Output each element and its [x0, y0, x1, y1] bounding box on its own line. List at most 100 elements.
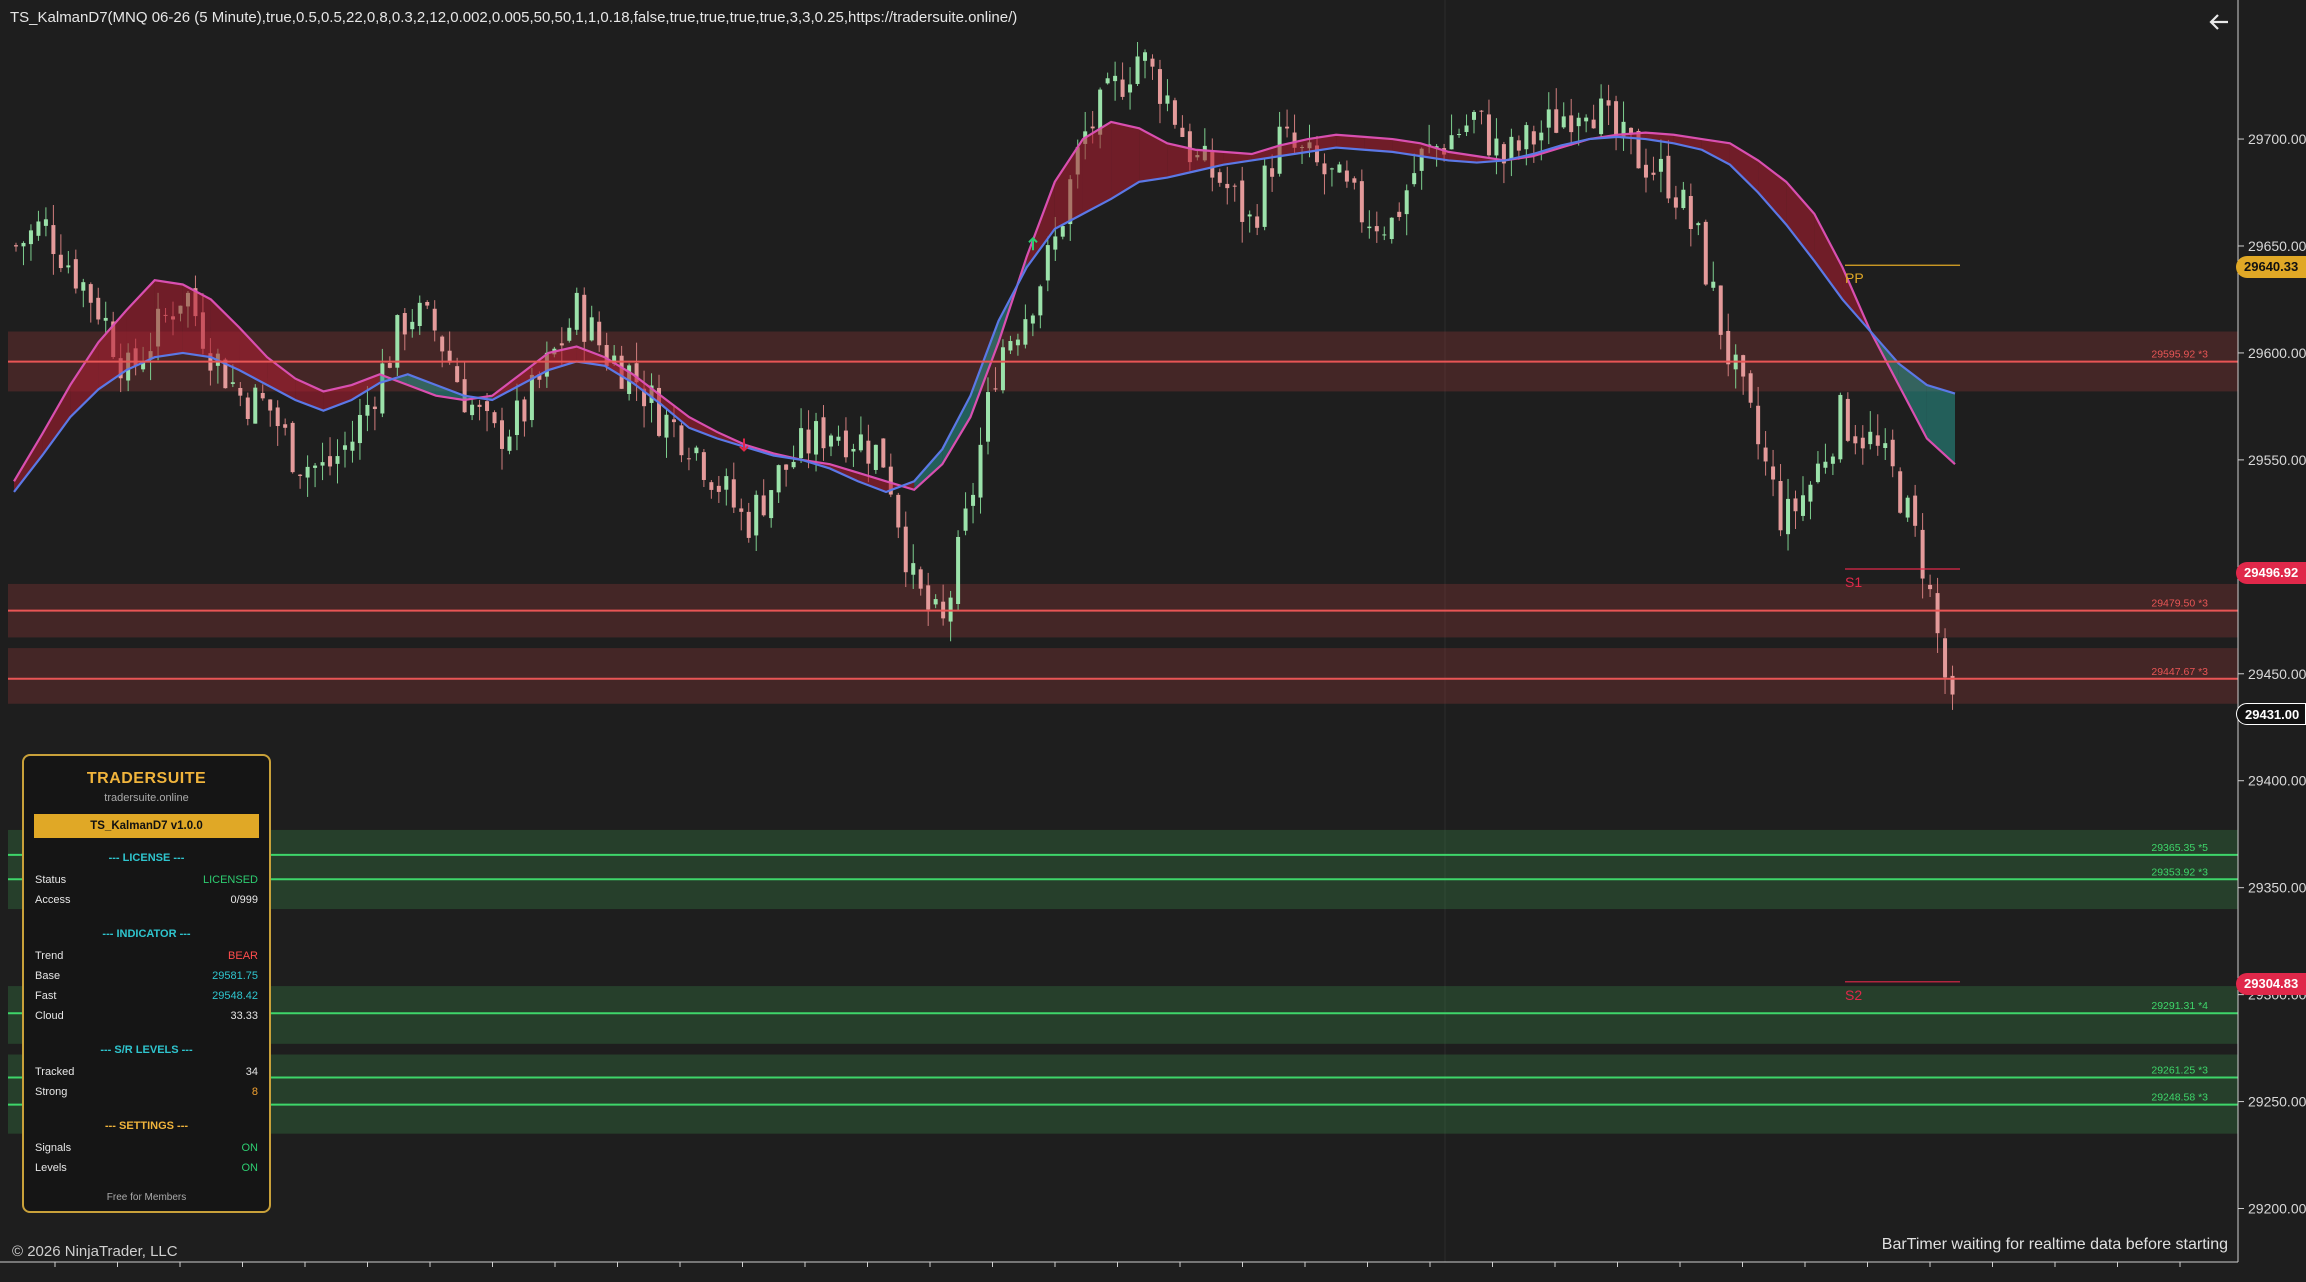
- candle-body: [978, 444, 983, 498]
- base-value: 29581.75: [212, 970, 258, 982]
- price-tick-label: 29600.00: [2248, 345, 2306, 361]
- candle-body: [1247, 214, 1252, 217]
- candle-body: [1135, 56, 1140, 84]
- candle-body: [1045, 245, 1050, 281]
- candle-body: [799, 428, 804, 459]
- candle-body: [1868, 431, 1873, 445]
- levels-row: Levels ON: [24, 1158, 269, 1178]
- candle-body: [1464, 125, 1469, 133]
- candle-body: [1584, 117, 1589, 122]
- candle-body: [956, 536, 961, 605]
- candle-body: [679, 425, 684, 456]
- candle-body: [425, 301, 430, 306]
- candle-body: [1382, 234, 1387, 236]
- support-zone: [8, 986, 2238, 1044]
- candle-body: [1748, 373, 1753, 403]
- candle-body: [671, 419, 676, 423]
- candle-body: [1726, 330, 1731, 365]
- candle-body: [103, 317, 108, 321]
- candle-body: [1681, 189, 1686, 209]
- candle-body: [1389, 217, 1394, 240]
- candle-body: [1120, 79, 1125, 97]
- candle-body: [761, 495, 766, 516]
- candle-body: [58, 254, 63, 269]
- fast-row: Fast 29548.42: [24, 986, 269, 1006]
- candle-body: [1554, 109, 1559, 133]
- trend-label: Trend: [35, 950, 64, 962]
- candle-body: [896, 494, 901, 528]
- candle-body: [828, 435, 833, 447]
- cloud-row: Cloud 33.33: [24, 1006, 269, 1026]
- candle-body: [470, 404, 475, 416]
- panel-footer: Free for Members: [106, 1192, 187, 1203]
- candle-body: [253, 387, 258, 424]
- strong-label: Strong: [35, 1086, 68, 1098]
- candle-body: [492, 412, 497, 424]
- candle-body: [731, 479, 736, 508]
- candle-body: [754, 494, 759, 536]
- support-label: 29261.25 *3: [2151, 1065, 2208, 1077]
- candle-body: [1651, 172, 1656, 175]
- candle-body: [1823, 461, 1828, 468]
- candle-body: [836, 436, 841, 441]
- candle-body: [1000, 347, 1005, 391]
- candle-body: [1165, 95, 1170, 104]
- candle-body: [1591, 119, 1596, 129]
- candle-body: [1113, 75, 1118, 82]
- candle-body: [1853, 436, 1858, 444]
- support-zone: [8, 829, 2238, 910]
- trend-row: Trend BEAR: [24, 946, 269, 966]
- candle-body: [328, 456, 333, 467]
- candle-body: [1845, 398, 1850, 441]
- sr-header: --- S/R LEVELS ---: [100, 1044, 193, 1056]
- candle-body: [1217, 172, 1222, 183]
- candle-body: [1561, 116, 1566, 128]
- candle-body: [814, 421, 819, 455]
- levels-value: ON: [241, 1162, 259, 1174]
- candle-body: [1374, 226, 1379, 232]
- candle-body: [335, 456, 340, 464]
- price-tick-label: 29450.00: [2248, 666, 2306, 682]
- candle-body: [96, 297, 101, 320]
- cloud-value: 33.33: [230, 1010, 258, 1022]
- license-header: --- LICENSE ---: [108, 852, 185, 864]
- candle-body: [290, 422, 295, 473]
- price-tag: 29496.92: [2236, 562, 2306, 585]
- candle-body: [933, 599, 938, 605]
- candle-body: [1793, 498, 1798, 512]
- candle-body: [432, 308, 437, 331]
- candle-body: [963, 508, 968, 531]
- candle-body: [1614, 101, 1619, 138]
- candle-body: [230, 382, 235, 384]
- candle-body: [709, 482, 714, 490]
- candle-body: [1232, 185, 1237, 187]
- candle-body: [66, 265, 71, 268]
- candle-body: [1763, 447, 1768, 462]
- candle-body: [926, 585, 931, 610]
- support-label: 29291.31 *4: [2151, 1000, 2208, 1012]
- price-chart[interactable]: 29595.92 *3 29479.50 *3 29447.67 *3 29365.3…: [0, 0, 2306, 1282]
- candle-body: [1546, 109, 1551, 128]
- candle-body: [567, 327, 572, 341]
- panel-subtitle: tradersuite.online: [104, 792, 189, 804]
- status-row: Status LICENSED: [24, 870, 269, 890]
- pivot-label: PP: [1845, 270, 1864, 286]
- candle-body: [1337, 164, 1342, 173]
- candle-body: [1576, 117, 1581, 127]
- candle-body: [1150, 58, 1155, 67]
- support-zone: [8, 1054, 2238, 1134]
- back-arrow-icon[interactable]: [2206, 8, 2234, 36]
- candle-body: [1494, 138, 1499, 156]
- candle-body: [283, 424, 288, 428]
- tradersuite-panel: TRADERSUITE tradersuite.online TS_Kalman…: [22, 754, 271, 1213]
- candle-body: [1830, 456, 1835, 464]
- candle-body: [769, 490, 774, 519]
- candle-body: [1359, 181, 1364, 223]
- candle-body: [1240, 180, 1245, 222]
- pivot-label: S2: [1845, 987, 1862, 1003]
- candle-body: [1172, 100, 1177, 125]
- candle-body: [1935, 593, 1940, 634]
- price-tag: 29640.33: [2236, 255, 2306, 278]
- candle-body: [1913, 495, 1918, 526]
- candle-body: [1090, 126, 1095, 129]
